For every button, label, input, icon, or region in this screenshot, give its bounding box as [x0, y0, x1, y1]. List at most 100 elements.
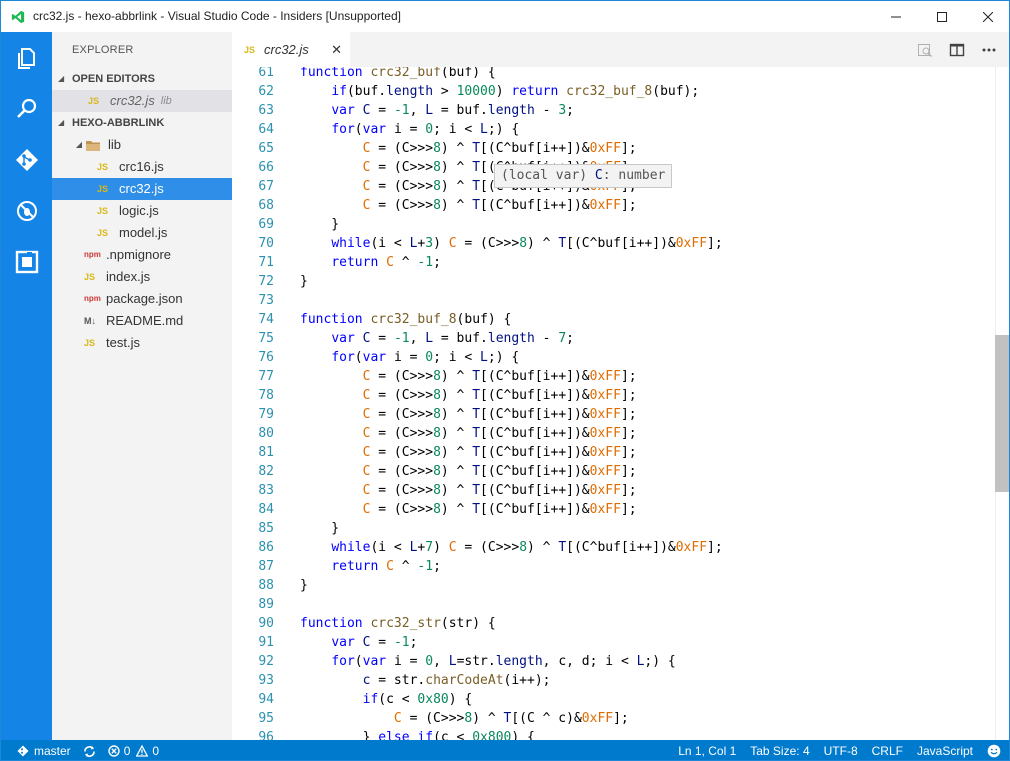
split-editor-button[interactable]: [941, 42, 973, 58]
status-bar: master 0 0 Ln 1, Col 1 Tab Size: 4 UTF-8…: [1, 740, 1009, 760]
code-token: T: [472, 198, 481, 213]
code-line: 82 C = (C>>>8) ^ T[(C^buf[i++])&0xFF];: [232, 462, 997, 481]
file-item[interactable]: JS model.js: [52, 222, 232, 244]
code-line: 63 var C = -1, L = buf.length - 3;: [232, 101, 997, 120]
code-token: T: [472, 445, 481, 460]
tooltip-prefix: (local var): [501, 168, 595, 183]
code-token: ) ^: [440, 141, 473, 156]
open-editor-hint: lib: [160, 95, 172, 107]
hover-tooltip: (local var) C: number: [494, 164, 673, 188]
minimize-button[interactable]: [873, 1, 919, 32]
open-editor-item[interactable]: JS crc32.js lib: [52, 90, 232, 112]
code-token: =: [370, 331, 394, 346]
code-token: (: [354, 654, 363, 669]
line-ending[interactable]: CRLF: [872, 744, 903, 758]
git-branch[interactable]: master: [17, 744, 71, 758]
file-item[interactable]: npm package.json: [52, 288, 232, 310]
file-item[interactable]: npm .npmignore: [52, 244, 232, 266]
line-number: 80: [258, 426, 274, 441]
tab-size[interactable]: Tab Size: 4: [750, 744, 809, 758]
code-token: C: [448, 540, 457, 555]
code-token: }: [300, 578, 308, 593]
code-token: T: [472, 388, 481, 403]
line-number: 76: [258, 350, 274, 365]
sync-button[interactable]: [83, 745, 96, 758]
code-editor[interactable]: 61 function crc32_buf(buf) {62 if(buf.len…: [232, 67, 1009, 740]
line-code: } else if(c < 0x800) {: [300, 728, 535, 740]
extensions-icon: [15, 250, 38, 273]
project-header[interactable]: ◢ HEXO-ABBRLINK: [52, 112, 232, 134]
open-editors-header[interactable]: ◢ OPEN EDITORS: [52, 68, 232, 90]
code-line: 78 C = (C>>>8) ^ T[(C^buf[i++])&0xFF];: [232, 386, 997, 405]
line-code: C = (C>>>8) ^ T[(C^buf[i++])&0xFF];: [300, 424, 637, 443]
scrollbar-thumb[interactable]: [995, 335, 1009, 492]
code-token: function: [300, 616, 371, 631]
line-code: C = (C>>>8) ^ T[(C^buf[i++])&0xFF];: [300, 500, 637, 519]
code-token: [(C^buf[i++])&: [480, 445, 590, 460]
code-token: 3: [558, 103, 567, 118]
activity-search[interactable]: [1, 83, 52, 134]
line-code: C = (C>>>8) ^ T[(C^buf[i++])&0xFF];: [300, 196, 637, 215]
smiley-icon: [987, 744, 1001, 758]
maximize-button[interactable]: [919, 1, 965, 32]
code-token: ) ^: [440, 407, 473, 422]
code-token: var: [362, 350, 394, 365]
folder-item[interactable]: ◢ lib: [52, 134, 232, 156]
code-token: ];: [620, 483, 637, 498]
code-token: T: [558, 540, 567, 555]
line-number: 94: [258, 692, 274, 707]
code-token: C: [448, 236, 457, 251]
activity-extensions[interactable]: [1, 236, 52, 287]
more-actions-button[interactable]: [973, 42, 1005, 58]
js-file-icon: JS: [244, 44, 256, 55]
code-token: ];: [620, 388, 637, 403]
js-file-icon: JS: [97, 162, 109, 172]
code-line: 85 }: [232, 519, 997, 538]
activity-explorer[interactable]: [1, 32, 52, 83]
file-item[interactable]: JS test.js: [52, 332, 232, 354]
language-mode[interactable]: JavaScript: [917, 744, 973, 758]
feedback-button[interactable]: [987, 744, 1001, 758]
code-token: 0x80: [417, 692, 449, 707]
code-token: T: [472, 426, 481, 441]
line-code: var C = -1;: [300, 633, 417, 652]
open-editors-label: OPEN EDITORS: [72, 73, 155, 85]
line-number: 66: [258, 160, 274, 175]
line-number: 70: [258, 236, 274, 251]
file-item[interactable]: JS logic.js: [52, 200, 232, 222]
activity-git[interactable]: [1, 134, 52, 185]
code-token: 10000: [456, 84, 496, 99]
code-line: 76 for(var i = 0; i < L;) {: [232, 348, 997, 367]
problems-indicator[interactable]: 0 0: [107, 744, 159, 758]
code-token: C: [386, 255, 394, 270]
file-item[interactable]: M↓ README.md: [52, 310, 232, 332]
code-token: T: [472, 483, 481, 498]
js-file-icon: JS: [97, 228, 109, 238]
activity-debug[interactable]: [1, 185, 52, 236]
cursor-position[interactable]: Ln 1, Col 1: [678, 744, 736, 758]
code-token: =: [370, 103, 394, 118]
line-number: 73: [258, 293, 274, 308]
tab-crc32[interactable]: JS crc32.js ✕: [232, 32, 350, 67]
tab-close-icon[interactable]: ✕: [331, 42, 342, 58]
code-token: ];: [707, 236, 723, 251]
file-encoding[interactable]: UTF-8: [824, 744, 858, 758]
file-item[interactable]: JS crc16.js: [52, 156, 232, 178]
code-token: 8: [433, 388, 441, 403]
chevron-down-icon: ◢: [58, 74, 65, 83]
open-preview-button[interactable]: [909, 42, 941, 58]
code-token: (buf) {: [456, 312, 512, 327]
file-item[interactable]: JS crc32.js: [52, 178, 232, 200]
file-item[interactable]: JS index.js: [52, 266, 232, 288]
close-button[interactable]: [965, 1, 1009, 32]
code-token: ;) {: [487, 350, 520, 365]
code-token: ];: [620, 369, 637, 384]
code-token: , c, d; i <: [542, 654, 637, 669]
